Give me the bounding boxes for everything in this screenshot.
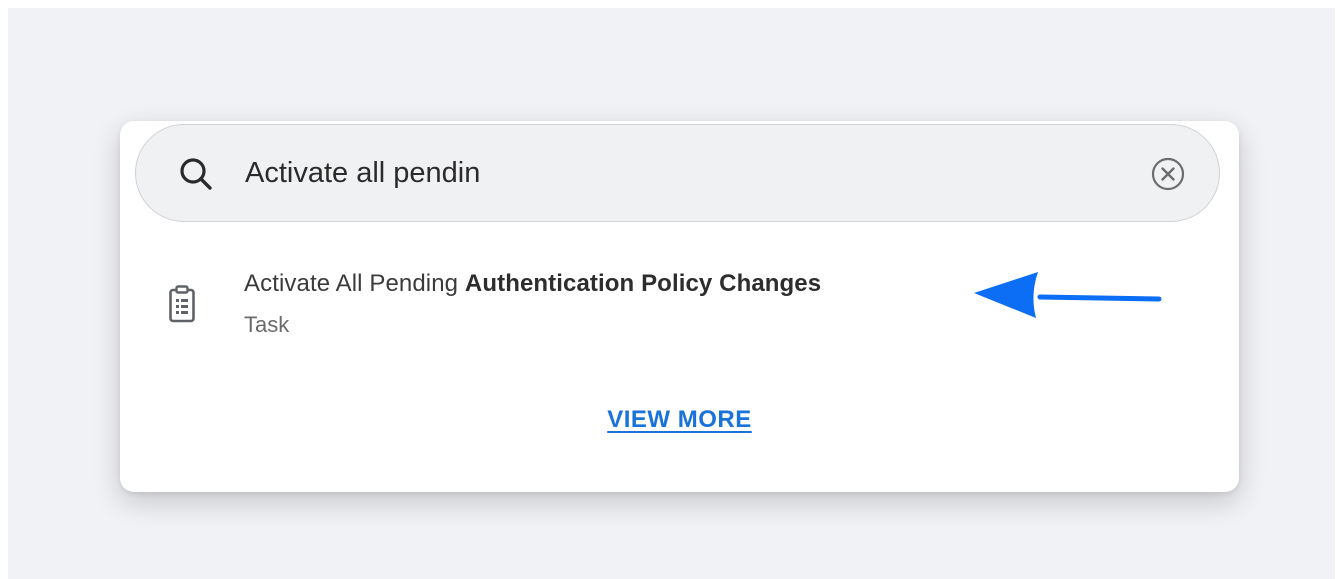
view-more-container: VIEW MORE bbox=[120, 406, 1239, 434]
view-more-link[interactable]: VIEW MORE bbox=[607, 406, 752, 433]
clear-icon[interactable] bbox=[1148, 154, 1188, 194]
search-icon bbox=[176, 154, 216, 194]
task-clipboard-icon bbox=[168, 284, 196, 324]
result-title[interactable]: Activate All Pending Authentication Poli… bbox=[244, 270, 821, 298]
search-bar[interactable] bbox=[135, 124, 1220, 222]
result-title-bold: Authentication Policy Changes bbox=[464, 270, 822, 297]
result-title-plain: Activate All Pending bbox=[244, 270, 459, 297]
page-background: Activate All Pending Authentication Poli… bbox=[8, 8, 1335, 579]
search-input[interactable] bbox=[245, 147, 1125, 199]
annotation-arrow-icon bbox=[974, 272, 1162, 318]
result-type-label: Task bbox=[244, 312, 290, 337]
